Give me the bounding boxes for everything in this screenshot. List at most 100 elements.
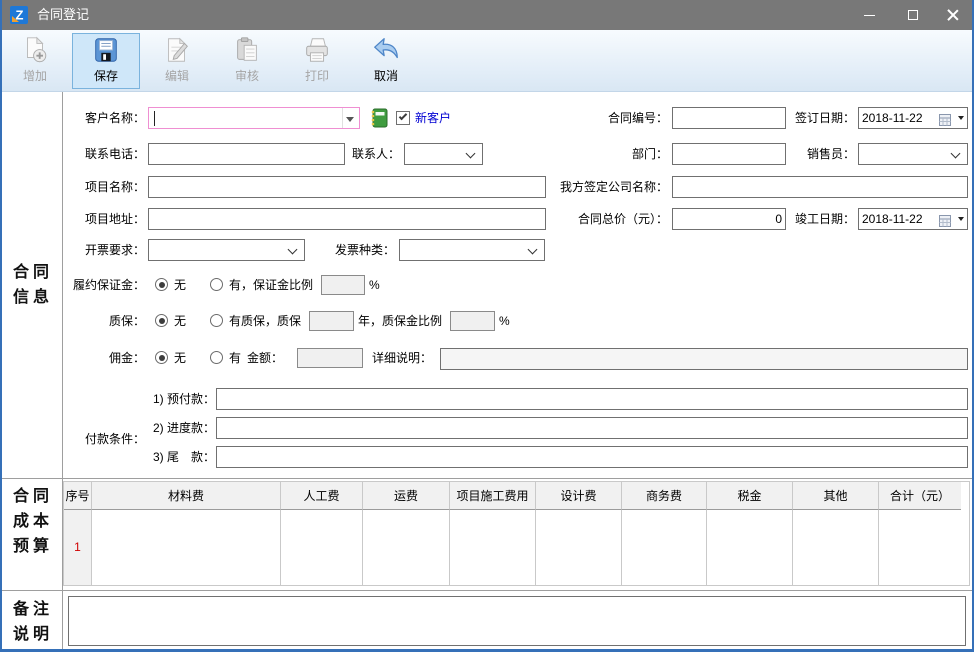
audit-button-label: 审核 [217, 67, 277, 84]
commission-none-radio[interactable] [155, 351, 168, 364]
cancel-undo-icon [371, 35, 401, 65]
total-price-label: 合同总价（元）： [578, 208, 668, 230]
section-label-contract-info: 合同 信息 [0, 260, 62, 310]
payment-item-2-label: 2) 进度款： [153, 417, 215, 439]
warranty-mid-label: 年，质保金比例 [358, 310, 442, 332]
table-cell-total[interactable] [879, 510, 961, 585]
address-book-icon [369, 108, 389, 128]
remarks-textarea[interactable] [68, 596, 966, 646]
bond-none-label: 无 [174, 274, 186, 296]
row-number-cell: 1 [64, 510, 92, 585]
contract-no-input[interactable] [672, 107, 786, 129]
department-input[interactable] [672, 143, 786, 165]
edit-document-icon [162, 35, 192, 65]
salesman-select[interactable] [858, 143, 968, 165]
table-cell-other[interactable] [793, 510, 879, 585]
col-header-labor: 人工费 [281, 482, 363, 510]
payment-item-3-input[interactable] [216, 446, 968, 468]
invoice-req-select[interactable] [148, 239, 305, 261]
col-header-freight: 运费 [363, 482, 450, 510]
project-name-input[interactable] [148, 176, 546, 198]
close-button[interactable] [936, 0, 970, 30]
window-title: 合同登记 [37, 0, 89, 30]
customer-name-combo[interactable] [148, 107, 360, 129]
section-divider-2 [0, 590, 974, 591]
warranty-none-label: 无 [174, 310, 186, 332]
bond-ratio-input[interactable] [321, 275, 365, 295]
bond-has-radio[interactable] [210, 278, 223, 291]
combo-dropdown-button[interactable] [342, 108, 359, 128]
phone-label: 联系电话： [85, 143, 145, 165]
add-button[interactable]: 增加 [4, 33, 66, 89]
col-header-construction: 项目施工费用 [450, 482, 536, 510]
edit-button[interactable]: 编辑 [146, 33, 208, 89]
project-address-input[interactable] [148, 208, 546, 230]
project-address-label: 项目地址： [85, 208, 145, 230]
col-header-business: 商务费 [622, 482, 707, 510]
col-header-total: 合计（元） [879, 482, 961, 510]
dropdown-arrow-icon [346, 117, 354, 122]
contact-select[interactable] [404, 143, 483, 165]
section-label-remarks: 备注 说明 [0, 597, 62, 647]
section-label-line: 预算 [0, 534, 62, 559]
warranty-ratio-input[interactable] [450, 311, 495, 331]
warranty-label: 质保： [109, 310, 145, 332]
completion-date-picker[interactable]: 2018-11-22 [858, 208, 968, 230]
table-cell-business[interactable] [622, 510, 707, 585]
table-cell-construction[interactable] [450, 510, 536, 585]
our-company-input[interactable] [672, 176, 968, 198]
contact-label: 联系人： [352, 143, 400, 165]
table-cell-freight[interactable] [363, 510, 450, 585]
audit-button[interactable]: 审核 [216, 33, 278, 89]
payment-item-1-label: 1) 预付款： [153, 388, 215, 410]
bond-pct-label: % [369, 274, 380, 296]
print-button[interactable]: 打印 [286, 33, 348, 89]
section-divider-1 [0, 478, 974, 479]
audit-clipboard-icon [232, 35, 262, 65]
maximize-button[interactable] [896, 0, 930, 30]
col-header-tax: 税金 [707, 482, 793, 510]
commission-detail-input[interactable] [440, 348, 968, 370]
save-button-label: 保存 [73, 67, 139, 84]
chevron-down-icon [466, 149, 476, 159]
warranty-none-radio[interactable] [155, 314, 168, 327]
commission-has-radio[interactable] [210, 351, 223, 364]
table-cell-labor[interactable] [281, 510, 363, 585]
maximize-icon [908, 10, 918, 20]
commission-amount-label: 金额： [247, 347, 283, 369]
payment-item-2-input[interactable] [216, 417, 968, 439]
save-button[interactable]: 保存 [72, 33, 140, 89]
table-cell-material[interactable] [92, 510, 281, 585]
cost-budget-table: 序号 材料费 人工费 运费 项目施工费用 设计费 商务费 税金 其他 合计（元）… [63, 481, 970, 586]
sign-date-picker[interactable]: 2018-11-22 [858, 107, 968, 129]
salesman-label: 销售员： [807, 143, 855, 165]
commission-detail-label: 详细说明： [372, 347, 432, 369]
table-cell-tax[interactable] [707, 510, 793, 585]
app-logo-icon: Z [10, 6, 28, 24]
calendar-icon [939, 213, 951, 225]
chevron-down-icon [288, 245, 298, 255]
warranty-years-input[interactable] [309, 311, 354, 331]
warranty-has-label: 有质保，质保 [229, 310, 301, 332]
contract-no-label: 合同编号： [608, 107, 668, 129]
dropdown-arrow-icon [958, 217, 964, 221]
save-floppy-icon [91, 35, 121, 65]
new-customer-checkbox[interactable] [396, 111, 410, 125]
payment-item-1-input[interactable] [216, 388, 968, 410]
sign-date-value: 2018-11-22 [862, 111, 923, 125]
check-icon [399, 112, 407, 120]
warranty-has-radio[interactable] [210, 314, 223, 327]
total-price-input[interactable] [672, 208, 786, 230]
col-header-other: 其他 [793, 482, 879, 510]
department-label: 部门： [632, 143, 668, 165]
table-cell-design[interactable] [536, 510, 622, 585]
customer-lookup-button[interactable] [369, 108, 389, 128]
bond-has-label: 有，保证金比例 [229, 274, 313, 296]
completion-date-value: 2018-11-22 [862, 212, 923, 226]
invoice-type-select[interactable] [399, 239, 545, 261]
phone-input[interactable] [148, 143, 345, 165]
commission-amount-input[interactable] [297, 348, 363, 368]
bond-none-radio[interactable] [155, 278, 168, 291]
cancel-button[interactable]: 取消 [354, 33, 418, 89]
minimize-button[interactable] [852, 0, 886, 30]
